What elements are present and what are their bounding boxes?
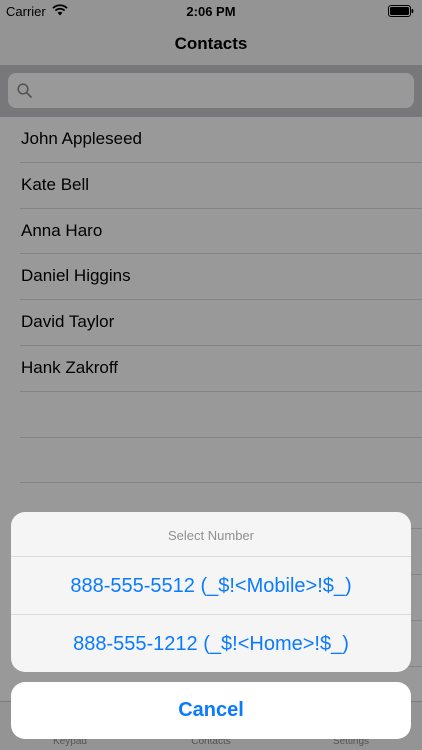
action-sheet-title: Select Number [168,528,254,543]
home-number-option[interactable]: 888-555-1212 (_$!<Home>!$_) [11,614,411,672]
action-sheet: Select Number 888-555-5512 (_$!<Mobile>!… [11,512,411,672]
contacts-screen: Carrier 2:06 PM Contacts John Appleseed … [0,0,422,750]
mobile-number-option[interactable]: 888-555-5512 (_$!<Mobile>!$_) [11,556,411,614]
cancel-button[interactable]: Cancel [11,682,411,739]
